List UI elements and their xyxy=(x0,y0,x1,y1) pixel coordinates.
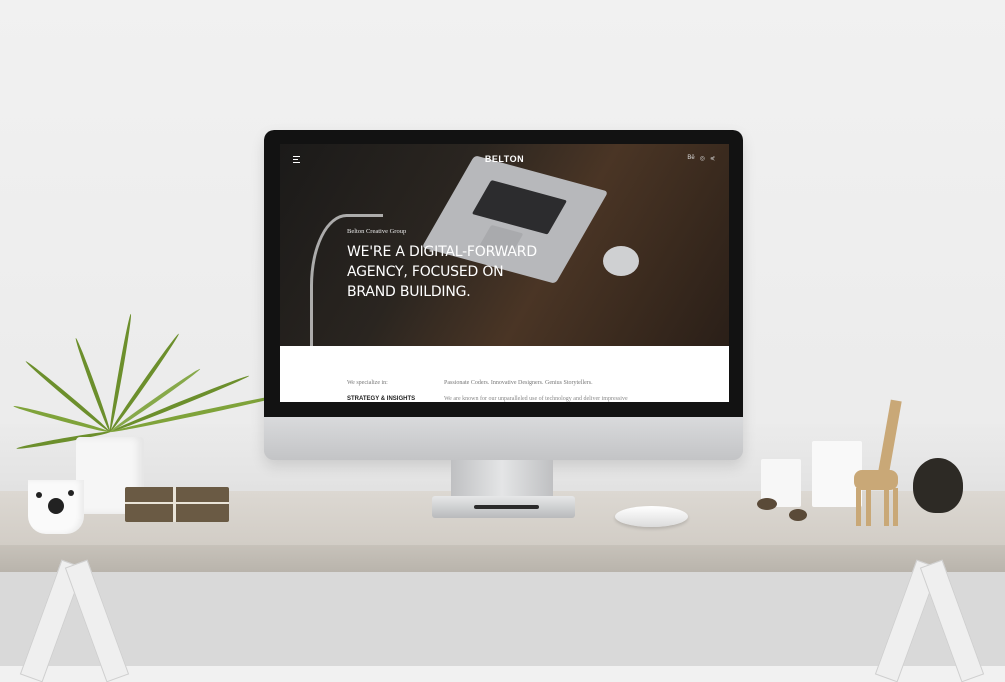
website-screen: BELTON Bē ◎ ⋞ Belton Creative Group WE'R… xyxy=(280,144,729,402)
specialize-item[interactable]: STRATEGY & INSIGHTS xyxy=(347,396,415,402)
mouse-image xyxy=(603,246,639,276)
magic-mouse xyxy=(615,506,688,527)
gift-box xyxy=(125,487,229,522)
dribbble-icon[interactable]: ◎ xyxy=(700,155,705,162)
social-icons: Bē ◎ ⋞ xyxy=(687,155,715,162)
monitor-stand-neck xyxy=(451,460,553,498)
hero-headline: WE'RE A DIGITAL-FORWARD AGENCY, FOCUSED … xyxy=(347,244,537,300)
behance-icon[interactable]: Bē xyxy=(687,155,694,162)
twine xyxy=(173,487,176,522)
laptop-keyboard xyxy=(471,179,568,235)
hero-eyebrow: Belton Creative Group xyxy=(347,228,407,235)
pen xyxy=(474,505,539,509)
giraffe-leg xyxy=(884,488,889,526)
share-icon[interactable]: ⋞ xyxy=(710,155,715,162)
cup-dot xyxy=(36,492,42,498)
content-section xyxy=(280,346,729,402)
twine xyxy=(125,502,229,504)
acorn xyxy=(757,498,777,510)
acorn xyxy=(789,509,807,521)
giraffe-leg xyxy=(866,488,871,526)
giraffe-body xyxy=(854,470,898,490)
specialize-label: We specialize in: xyxy=(347,380,388,386)
pinecone xyxy=(913,458,963,513)
giraffe-leg xyxy=(893,488,898,526)
desk-edge xyxy=(0,545,1005,572)
giraffe-leg xyxy=(856,488,861,526)
hero-section: BELTON Bē ◎ ⋞ Belton Creative Group WE'R… xyxy=(280,144,729,357)
patterned-cup xyxy=(28,480,84,534)
monitor-chin xyxy=(264,417,743,460)
site-logo[interactable]: BELTON xyxy=(280,154,729,164)
description: We are known for our unparalleled use of… xyxy=(444,396,628,402)
desk-underside xyxy=(0,572,1005,666)
cup-flower xyxy=(48,498,64,514)
cup-dot xyxy=(68,490,74,496)
tagline: Passionate Coders. Innovative Designers.… xyxy=(444,380,593,386)
